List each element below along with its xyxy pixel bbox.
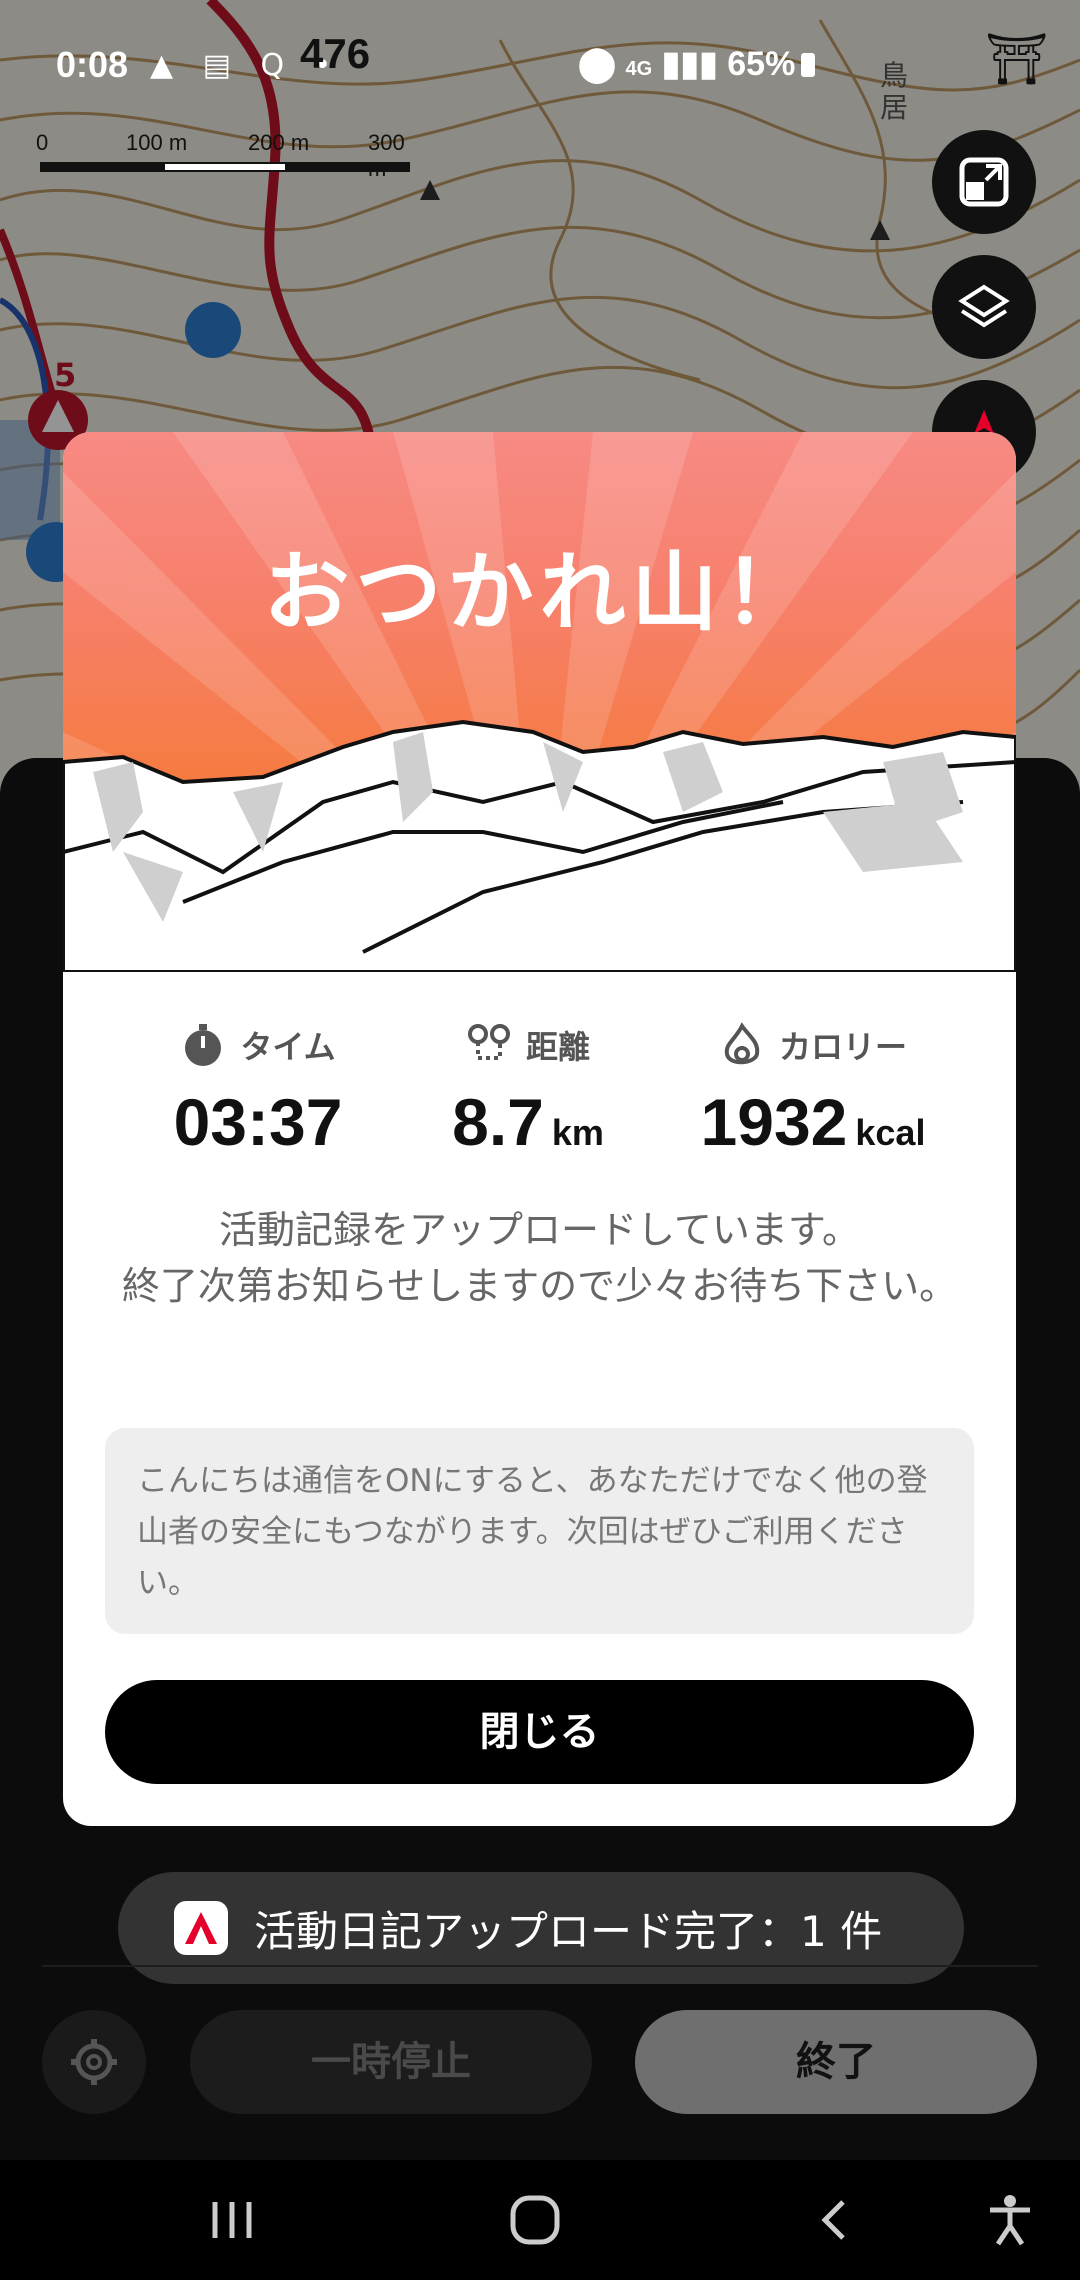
accessibility-button[interactable] <box>970 2190 1050 2250</box>
location-icon: ⬤ <box>578 45 617 83</box>
map-place-label: 鳥 居 <box>880 59 909 124</box>
gear-icon <box>71 2039 117 2085</box>
recents-icon <box>212 2202 252 2238</box>
home-icon <box>510 2195 560 2245</box>
expand-icon <box>959 157 1009 207</box>
status-right: ⬤ 4G ▮▮▮ 65% <box>578 44 816 84</box>
home-button[interactable] <box>495 2190 575 2250</box>
stat-time-label: タイム <box>240 1028 336 1066</box>
connectivity-notice: こんにちは通信をONにすると、あなただけでなく他の登山者の安全にもつながります。… <box>105 1428 974 1634</box>
status-time: 0:08 <box>56 44 129 85</box>
stat-time-value: 03:37 <box>173 1085 343 1159</box>
stat-calories-label: カロリー <box>778 1028 907 1066</box>
scale-label-200: 200 m <box>248 130 310 155</box>
completion-dialog: おつかれ山！ タイム 03:37 距離 8.7 km カロリー 1932 kcal … <box>63 432 1016 1826</box>
toast-text: 活動日記アップロード完了：1 件 <box>254 1906 883 1956</box>
upload-complete-toast: 活動日記アップロード完了：1 件 <box>118 1872 964 1984</box>
stat-distance: 距離 8.7 km <box>413 1022 643 1160</box>
upload-message-line2: 終了次第お知らせしますので少々お待ち下さい。 <box>121 1264 958 1308</box>
mountain-illustration <box>63 432 1016 972</box>
stat-distance-label: 距離 <box>525 1028 590 1066</box>
dialog-hero: おつかれ山！ <box>63 432 1016 972</box>
system-nav-bar <box>0 2160 1080 2280</box>
fullscreen-button[interactable] <box>932 130 1036 234</box>
upload-message: 活動記録をアップロードしています。 終了次第お知らせしますので少々お待ち下さい。 <box>103 1202 976 1314</box>
flame-icon <box>724 1022 760 1065</box>
layers-icon <box>958 284 1010 328</box>
stat-calories: カロリー 1932 kcal <box>663 1022 963 1160</box>
sheet-divider <box>42 1965 1038 1967</box>
battery-percent: 65% <box>727 45 796 83</box>
battery-icon <box>801 53 816 77</box>
stat-time: タイム 03:37 <box>133 1022 383 1160</box>
recents-button[interactable] <box>192 2190 272 2250</box>
scale-label-300: 300 m <box>368 130 405 181</box>
torii-icon: ⛩ <box>985 30 1049 88</box>
stat-calories-value: 1932 <box>700 1085 848 1159</box>
upload-message-line1: 活動記録をアップロードしています。 <box>218 1208 861 1252</box>
network-label: 4G <box>625 58 653 80</box>
scale-label-0: 0 <box>36 130 49 155</box>
activity-stats: タイム 03:37 距離 8.7 km カロリー 1932 kcal <box>63 1022 1016 1192</box>
layers-button[interactable] <box>932 255 1036 359</box>
back-icon <box>821 2200 845 2240</box>
yamap-app-icon <box>174 1901 228 1955</box>
back-button[interactable] <box>795 2190 875 2250</box>
altitude-readout: 476 <box>300 30 371 77</box>
map-scale-bar: 0 100 m 200 m 300 m <box>36 130 420 181</box>
dialog-title: おつかれ山！ <box>263 543 816 643</box>
stat-distance-value: 8.7 <box>452 1085 544 1159</box>
status-bar: 0:08 ▲ ▤ Q • 476 ⬤ 4G ▮▮▮ 65% 鳥 居 ⛩ <box>0 30 1080 124</box>
signal-icon: ▮▮▮ <box>661 45 718 83</box>
pause-button[interactable]: 一時停止 <box>190 2010 592 2114</box>
close-button[interactable]: 閉じる <box>105 1680 974 1784</box>
end-button[interactable]: 終了 <box>635 2010 1037 2114</box>
scale-bar-graphic <box>40 162 410 172</box>
accessibility-icon <box>990 2195 1030 2246</box>
scale-label-100: 100 m <box>126 130 188 155</box>
stopwatch-icon <box>185 1024 222 1066</box>
stat-calories-unit: kcal <box>855 1112 926 1153</box>
stat-distance-unit: km <box>551 1112 604 1153</box>
route-pin-icon <box>467 1024 510 1060</box>
settings-button[interactable] <box>42 2010 146 2114</box>
